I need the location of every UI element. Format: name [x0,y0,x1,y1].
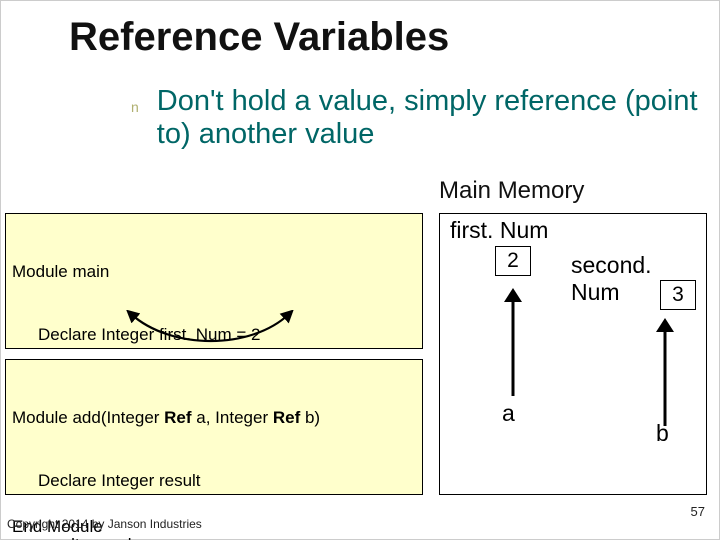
pointer-arrow-b-icon [656,318,674,426]
double-arc-arrow-icon [121,310,296,344]
code-line: Module main [12,261,416,282]
var-label-b: b [656,420,669,447]
slide: Reference Variables n Don't hold a value… [0,0,720,540]
memory-header: Main Memory [439,177,584,205]
code-line: result = a + b [12,534,416,540]
var-label-firstnum: first. Num [450,217,548,244]
slide-title: Reference Variables [69,15,449,60]
memory-diagram: first. Num 2 second. Num 3 a b [439,213,707,495]
var-value-firstnum: 2 [495,246,531,276]
code-block-add: Module add(Integer Ref a, Integer Ref b)… [5,359,423,495]
keyword-ref: Ref [164,408,191,427]
code-line: Module add(Integer Ref a, Integer Ref b) [12,407,416,428]
copyright-text: Copyright 2014 by Janson Industries [7,517,202,531]
page-number: 57 [691,504,705,519]
bullet-item: n Don't hold a value, simply reference (… [131,85,711,152]
code-line: Declare Integer result [12,470,416,491]
pointer-arrow-a-icon [504,288,522,396]
code-block-main: Module main Declare Integer first. Num =… [5,213,423,349]
bullet-text: Don't hold a value, simply reference (po… [157,85,711,152]
bullet-marker: n [131,89,139,152]
keyword-ref: Ref [273,408,300,427]
var-value-secondnum: 3 [660,280,696,310]
var-label-a: a [502,400,515,427]
